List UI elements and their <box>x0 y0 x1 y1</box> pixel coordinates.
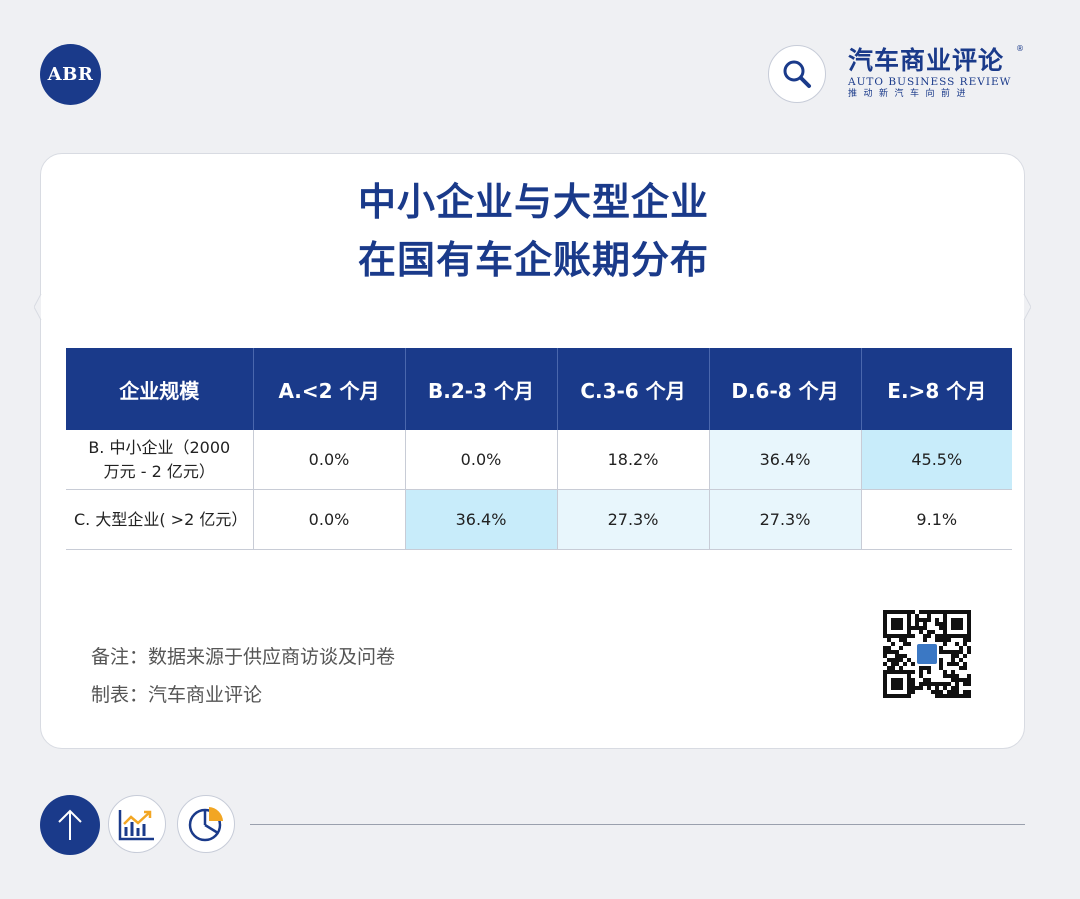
divider-line <box>250 824 1025 825</box>
table-cell: 27.3% <box>557 489 710 550</box>
table-cell: 0.0% <box>405 430 558 490</box>
search-button[interactable] <box>768 45 826 103</box>
note-source: 备注：数据来源于供应商访谈及问卷 <box>91 646 396 668</box>
bar-chart-trend-icon <box>118 810 154 841</box>
pie-chart-button[interactable] <box>177 795 235 853</box>
row-label: B. 中小企业（2000 万元 - 2 亿元） <box>66 430 254 490</box>
search-icon <box>783 60 811 88</box>
card-notch-right <box>1023 294 1031 320</box>
column-header: E.>8 个月 <box>861 348 1012 430</box>
registered-mark: ® <box>1016 44 1024 53</box>
abr-logo: ABR <box>40 44 101 105</box>
chart-title-line1: 中小企业与大型企业 <box>357 180 709 224</box>
table-cell: 0.0% <box>253 430 406 490</box>
row-label: C. 大型企业( >2 亿元） <box>66 489 254 550</box>
column-header: 企业规模 <box>66 348 254 430</box>
pie-chart-icon <box>188 807 223 842</box>
table-cell: 45.5% <box>861 430 1012 490</box>
note-maker: 制表：汽车商业评论 <box>91 684 263 706</box>
brand-slogan: 推动新汽车向前进 <box>848 89 973 99</box>
column-header: C.3-6 个月 <box>557 348 710 430</box>
column-header: B.2-3 个月 <box>405 348 558 430</box>
table-header-row: 企业规模 A.<2 个月 B.2-3 个月 C.3-6 个月 D.6-8 个月 … <box>66 348 1012 430</box>
brand-name-en: AUTO BUSINESS REVIEW <box>848 76 1012 88</box>
card-notch-left <box>34 294 42 320</box>
table-cell: 18.2% <box>557 430 710 490</box>
chart-title-line2: 在国有车企账期分布 <box>357 238 709 282</box>
table-cell: 36.4% <box>405 489 558 550</box>
row-label-line2: 万元 - 2 亿元） <box>103 461 215 481</box>
table-cell: 36.4% <box>709 430 862 490</box>
row-label-line1: B. 中小企业（2000 <box>88 437 231 457</box>
bar-chart-button[interactable] <box>108 795 166 853</box>
table-row: C. 大型企业( >2 亿元） 0.0% 36.4% 27.3% 27.3% 9… <box>66 489 1012 550</box>
column-header: D.6-8 个月 <box>709 348 862 430</box>
data-table: 企业规模 A.<2 个月 B.2-3 个月 C.3-6 个月 D.6-8 个月 … <box>66 348 1012 550</box>
arrow-up-icon <box>58 809 82 840</box>
table-row: B. 中小企业（2000 万元 - 2 亿元） 0.0% 0.0% 18.2% … <box>66 430 1012 490</box>
table-cell: 27.3% <box>709 489 862 550</box>
brand-name-cn: 汽车商业评论 <box>848 46 1005 75</box>
notes: 备注：数据来源于供应商访谈及问卷 制表：汽车商业评论 <box>91 638 395 714</box>
scroll-top-button[interactable] <box>40 795 100 855</box>
column-header: A.<2 个月 <box>253 348 406 430</box>
content-card: 中小企业与大型企业 在国有车企账期分布 企业规模 A.<2 个月 B.2-3 个… <box>34 153 1031 749</box>
brand-logo: 汽车商业评论 ® AUTO BUSINESS REVIEW 推动新汽车向前进 <box>848 44 1026 106</box>
table-cell: 0.0% <box>253 489 406 550</box>
qr-code <box>883 610 971 698</box>
table-cell: 9.1% <box>861 489 1012 550</box>
